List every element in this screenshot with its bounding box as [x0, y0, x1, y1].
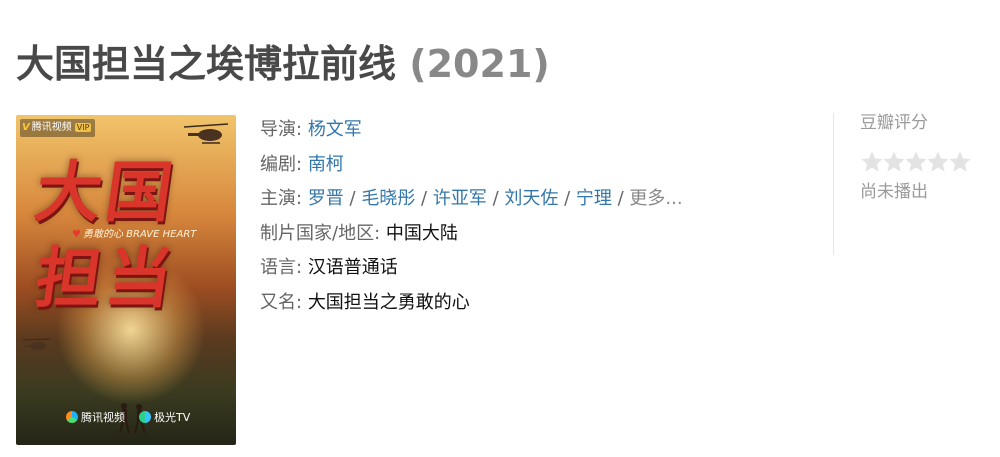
writer-link[interactable]: 南柯 [308, 154, 344, 175]
helicopter-icon [183, 123, 229, 144]
star-icon [905, 151, 927, 172]
director-label: 导演: [260, 119, 303, 140]
language-value: 汉语普通话 [307, 257, 398, 278]
director-row: 导演: 杨文军 [260, 113, 820, 148]
page-title: 大国担当之埃博拉前线 (2021) [16, 38, 550, 90]
director-link[interactable]: 杨文军 [308, 119, 362, 140]
rating-status: 尚未播出 [860, 182, 928, 202]
rating-label: 豆瓣评分 [860, 113, 928, 133]
language-row: 语言: 汉语普通话 [260, 251, 820, 286]
poster-badge-vip: VIP [74, 123, 92, 132]
aka-value: 大国担当之勇敢的心 [307, 291, 470, 313]
rating-panel: 豆瓣评分 尚未播出 [860, 110, 1000, 205]
title-year: (2021) [409, 42, 550, 86]
poster-badge-brand: 腾讯视频 [31, 122, 72, 133]
cast-link[interactable]: 宁理 [576, 188, 612, 209]
poster-v-logo-icon: V [22, 122, 30, 133]
star-icon [861, 151, 883, 172]
rating-stars [860, 150, 1000, 176]
star-icon [883, 151, 905, 172]
country-value: 中国大陆 [385, 222, 458, 244]
aka-label: 又名: [260, 291, 303, 313]
writer-row: 编剧: 南柯 [260, 148, 820, 183]
poster-logo2: 极光TV [154, 411, 191, 424]
language-label: 语言: [260, 257, 303, 278]
poster-logo1: 腾讯视频 [81, 411, 125, 424]
helicopter-small-icon [22, 338, 52, 350]
poster-title-line2: 担当 [30, 239, 182, 317]
poster-title-line1: 大国 [30, 153, 182, 231]
writer-label: 编剧: [260, 153, 303, 175]
cast-label: 主演: [260, 188, 303, 209]
cast-link[interactable]: 毛晓彤 [361, 188, 415, 209]
poster-subtitle: ♥ 勇敢的心 BRAVE HEART [72, 225, 196, 240]
star-icon [927, 151, 949, 172]
cast-more-link[interactable]: 更多... [629, 188, 682, 209]
country-row: 制片国家/地区: 中国大陆 [260, 217, 820, 252]
poster-image[interactable]: V 腾讯视频 VIP 大国 ♥ 勇敢的心 BRAVE HEART 担当 腾讯视频 极光T… [16, 115, 236, 445]
aka-row: 又名: 大国担当之勇敢的心 [260, 286, 820, 321]
title-name: 大国担当之埃博拉前线 [16, 42, 397, 86]
cast-link[interactable]: 罗晋 [308, 188, 344, 209]
poster-logos: 腾讯视频 极光TV [66, 409, 190, 425]
cast-link[interactable]: 许亚军 [433, 188, 487, 209]
cast-link[interactable]: 刘天佐 [504, 188, 558, 209]
star-icon [949, 151, 971, 172]
movie-info: 导演: 杨文军 编剧: 南柯 主演: 罗晋 / 毛晓彤 / 许亚军 / 刘天佐 … [260, 113, 820, 320]
cast-row: 主演: 罗晋 / 毛晓彤 / 许亚军 / 刘天佐 / 宁理 / 更多... [260, 188, 683, 209]
divider [833, 113, 834, 255]
aurora-tv-logo-icon [139, 411, 151, 423]
tencent-video-logo-icon [66, 411, 78, 423]
poster-badge: V 腾讯视频 VIP [20, 119, 96, 137]
country-label: 制片国家/地区: [260, 222, 381, 244]
